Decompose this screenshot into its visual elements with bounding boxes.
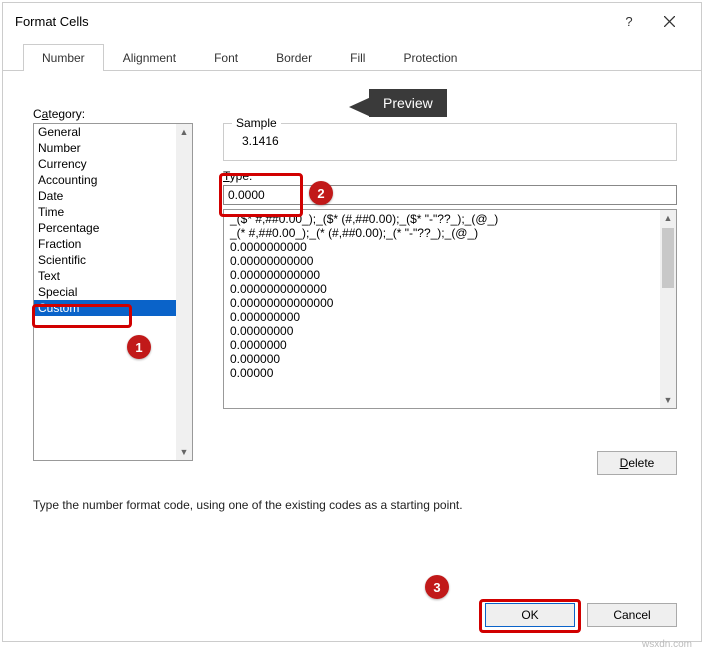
scroll-down-icon[interactable]: ▼ [660, 392, 676, 408]
tab-number[interactable]: Number [23, 44, 104, 71]
format-item[interactable]: 0.00000000 [228, 324, 656, 338]
format-item[interactable]: 0.0000000000000 [228, 282, 656, 296]
annotation-preview-label: Preview [369, 89, 447, 117]
format-item[interactable]: _(* #,##0.00_);_(* (#,##0.00);_(* "-"??_… [228, 226, 656, 240]
category-label: Category: [33, 107, 203, 121]
type-label-post: ype: [230, 169, 253, 183]
category-item-accounting[interactable]: Accounting [34, 172, 176, 188]
category-panel: Category: GeneralNumberCurrencyAccountin… [33, 107, 203, 461]
close-button[interactable] [649, 6, 689, 36]
sample-group: Sample 3.1416 [223, 123, 677, 161]
scroll-down-icon[interactable]: ▼ [176, 444, 192, 460]
category-item-currency[interactable]: Currency [34, 156, 176, 172]
format-cells-dialog: Format Cells ? Number Alignment Font Bor… [2, 2, 702, 642]
format-item[interactable]: 0.00000000000 [228, 254, 656, 268]
category-scrollbar[interactable]: ▲ ▼ [176, 124, 192, 460]
scroll-up-icon[interactable]: ▲ [660, 210, 676, 226]
category-label-post: tegory: [48, 107, 85, 121]
tab-font[interactable]: Font [195, 44, 257, 71]
category-item-scientific[interactable]: Scientific [34, 252, 176, 268]
annotation-preview-arrow [349, 97, 371, 117]
category-item-date[interactable]: Date [34, 188, 176, 204]
format-item[interactable]: 0.0000000000 [228, 240, 656, 254]
format-scrollbar[interactable]: ▲ ▼ [660, 210, 676, 408]
category-item-percentage[interactable]: Percentage [34, 220, 176, 236]
type-label: Type: [223, 169, 677, 183]
category-item-number[interactable]: Number [34, 140, 176, 156]
scroll-up-icon[interactable]: ▲ [176, 124, 192, 140]
close-icon [664, 16, 675, 27]
info-text: Type the number format code, using one o… [33, 498, 463, 512]
type-input[interactable] [223, 185, 677, 205]
tab-fill[interactable]: Fill [331, 44, 384, 71]
format-item[interactable]: 0.000000000 [228, 310, 656, 324]
format-code-list[interactable]: _($* #,##0.00_);_($* (#,##0.00);_($* "-"… [223, 209, 677, 409]
sample-legend: Sample [232, 116, 281, 130]
format-item[interactable]: 0.000000000000 [228, 268, 656, 282]
type-label-underline: T [223, 169, 230, 183]
format-item[interactable]: 0.00000 [228, 366, 656, 380]
format-item[interactable]: 0.0000000 [228, 338, 656, 352]
format-item[interactable]: 0.000000 [228, 352, 656, 366]
category-list[interactable]: GeneralNumberCurrencyAccountingDateTimeP… [33, 123, 193, 461]
delete-label: Delete [620, 456, 655, 470]
cancel-button[interactable]: Cancel [587, 603, 677, 627]
category-label-pre: C [33, 107, 42, 121]
dialog-button-row: OK Cancel [485, 603, 677, 627]
format-item[interactable]: _($* #,##0.00_);_($* (#,##0.00);_($* "-"… [228, 212, 656, 226]
category-item-text[interactable]: Text [34, 268, 176, 284]
format-item[interactable]: 0.00000000000000 [228, 296, 656, 310]
scrollbar-thumb[interactable] [662, 228, 674, 288]
dialog-title: Format Cells [15, 14, 609, 29]
category-item-custom[interactable]: Custom [34, 300, 176, 316]
delete-button[interactable]: Delete [597, 451, 677, 475]
category-item-special[interactable]: Special [34, 284, 176, 300]
right-pane: Sample 3.1416 Type: _($* #,##0.00_);_($*… [223, 123, 677, 409]
sample-value: 3.1416 [238, 134, 662, 148]
annotation-number-3: 3 [425, 575, 449, 599]
help-button[interactable]: ? [609, 6, 649, 36]
category-item-fraction[interactable]: Fraction [34, 236, 176, 252]
ok-button[interactable]: OK [485, 603, 575, 627]
tab-alignment[interactable]: Alignment [104, 44, 195, 71]
titlebar: Format Cells ? [3, 3, 701, 39]
category-item-time[interactable]: Time [34, 204, 176, 220]
category-item-general[interactable]: General [34, 124, 176, 140]
tab-border[interactable]: Border [257, 44, 331, 71]
tab-bar: Number Alignment Font Border Fill Protec… [3, 39, 701, 71]
tab-protection[interactable]: Protection [384, 44, 476, 71]
